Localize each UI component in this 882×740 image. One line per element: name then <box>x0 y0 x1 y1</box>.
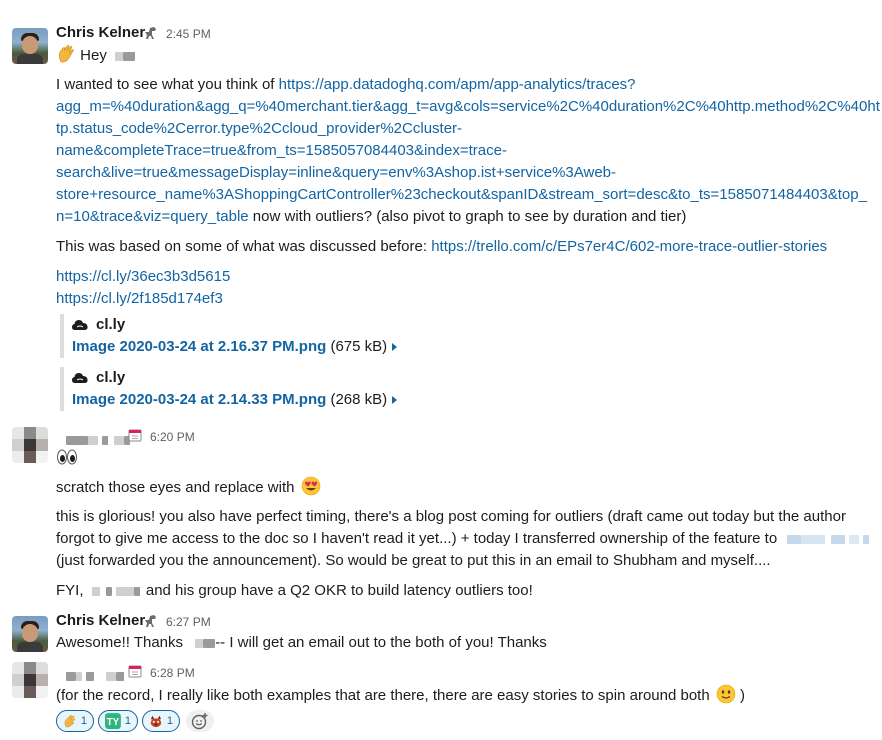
message-text: -- I will get an email out to the both o… <box>215 634 547 651</box>
expand-caret-icon[interactable] <box>392 343 398 352</box>
author-name[interactable]: Chris Kelner <box>56 24 145 41</box>
reaction-pill[interactable]: 1 <box>56 710 94 732</box>
add-emoji-icon <box>191 713 208 730</box>
message-text: this is glorious! you also have perfect … <box>56 508 846 525</box>
message-text: now with outliers? (also pivot to graph … <box>248 208 687 225</box>
eyes-emoji <box>56 448 78 470</box>
datadog-link-cont[interactable]: name&completeTrace=true&from_ts=15850570… <box>56 142 507 159</box>
message-line: scratch those eyes and replace with <box>56 476 321 499</box>
add-reaction-button[interactable] <box>186 710 214 732</box>
heart-eyes-icon <box>301 476 320 496</box>
trello-link[interactable]: https://trello.com/c/EPs7er4C/602-more-t… <box>431 238 827 255</box>
datadog-link-cont[interactable]: store+resource_name%3AShoppingCartContro… <box>56 186 867 203</box>
svg-text:TY: TY <box>107 717 120 728</box>
cloud-icon <box>72 320 88 331</box>
message-line: (for the record, I really like both exam… <box>56 684 745 707</box>
reaction-pill[interactable]: 1 <box>142 710 180 732</box>
message-line: Awesome!! Thanks -- I will get an email … <box>56 632 547 654</box>
datadog-link-cont[interactable]: n=10&trace&viz=query_table <box>56 208 249 225</box>
reaction-pill[interactable]: TY 1 <box>98 710 138 732</box>
timestamp[interactable]: 6:27 PM <box>166 615 211 629</box>
redacted-author-name[interactable] <box>66 667 124 684</box>
message-line: forgot to give me access to the doc so I… <box>56 528 870 550</box>
timestamp[interactable]: 2:45 PM <box>166 27 211 41</box>
message-line: FYI, and his group have a Q2 OKR to buil… <box>56 580 533 602</box>
datadog-link-cont[interactable]: agg_m=%40duration&agg_q=%40merchant.tier… <box>56 98 880 115</box>
reaction-count: 1 <box>80 715 87 727</box>
avatar[interactable] <box>12 616 48 652</box>
attachment[interactable]: cl.ly Image 2020-03-24 at 2.16.37 PM.png… <box>60 314 398 358</box>
attachment[interactable]: cl.ly Image 2020-03-24 at 2.14.33 PM.png… <box>60 367 398 411</box>
timestamp[interactable]: 6:28 PM <box>150 666 195 680</box>
message-text: Awesome!! Thanks <box>56 634 184 651</box>
clapping-icon <box>64 715 76 728</box>
status-dinosaur-icon <box>145 615 156 627</box>
wave-icon <box>58 45 74 63</box>
redacted-mention[interactable] <box>787 528 870 550</box>
redacted-name <box>195 632 216 654</box>
message-text: (for the record, I really like both exam… <box>56 687 710 704</box>
redacted-name <box>91 580 140 602</box>
attachment-size: (268 kB) <box>330 391 388 408</box>
message-text: ) <box>740 687 746 704</box>
greeting-text: Hey <box>80 47 107 64</box>
url-line-1: I wanted to see what you think of https:… <box>56 74 636 96</box>
reaction-count: 1 <box>124 715 131 727</box>
avatar[interactable] <box>12 427 48 463</box>
status-dinosaur-icon <box>145 27 156 39</box>
datadog-link-cont[interactable]: tp.status_code%2Cerror.type%2Ccloud_prov… <box>56 120 462 137</box>
datadog-link-cont[interactable]: search&live=true&messageDisplay=inline&q… <box>56 164 616 181</box>
message-text: (just forwarded you the announcement). S… <box>56 552 771 569</box>
message-text: and his group have a Q2 OKR to build lat… <box>145 582 533 599</box>
attachment-file-link[interactable]: Image 2020-03-24 at 2.14.33 PM.png <box>72 391 326 408</box>
cl-ly-link[interactable]: https://cl.ly/36ec3b3d5615 <box>56 268 230 285</box>
author-name[interactable]: Chris Kelner <box>56 612 145 629</box>
slight-smile-icon <box>716 684 736 704</box>
avatar[interactable] <box>12 662 48 698</box>
eyes-icon <box>57 449 77 465</box>
dog-icon <box>150 715 162 728</box>
message-text: I wanted to see what you think of <box>56 76 279 93</box>
message-text: This was based on some of what was discu… <box>56 238 432 255</box>
calendar-icon <box>128 429 142 442</box>
redacted-author-name[interactable] <box>66 431 130 448</box>
cl-ly-link[interactable]: https://cl.ly/2f185d174ef3 <box>56 290 223 307</box>
avatar[interactable] <box>12 28 48 64</box>
datadog-link[interactable]: https://app.datadoghq.com/apm/app-analyt… <box>279 76 636 93</box>
expand-caret-icon[interactable] <box>392 396 398 405</box>
timestamp[interactable]: 6:20 PM <box>150 430 195 444</box>
calendar-icon <box>128 665 142 678</box>
ty-icon: TY <box>105 713 121 729</box>
greeting-line: Hey <box>56 44 136 67</box>
attachment-source: cl.ly <box>96 316 126 333</box>
reaction-count: 1 <box>166 715 173 727</box>
trello-line: This was based on some of what was discu… <box>56 236 827 258</box>
message-text: scratch those eyes and replace with <box>56 479 295 496</box>
message-text: FYI, <box>56 582 84 599</box>
attachment-file-link[interactable]: Image 2020-03-24 at 2.16.37 PM.png <box>72 338 326 355</box>
redacted-name <box>115 51 124 61</box>
cloud-icon <box>72 373 88 384</box>
attachment-source: cl.ly <box>96 369 126 386</box>
attachment-size: (675 kB) <box>330 338 388 355</box>
message-text: forgot to give me access to the doc so I… <box>56 530 778 547</box>
